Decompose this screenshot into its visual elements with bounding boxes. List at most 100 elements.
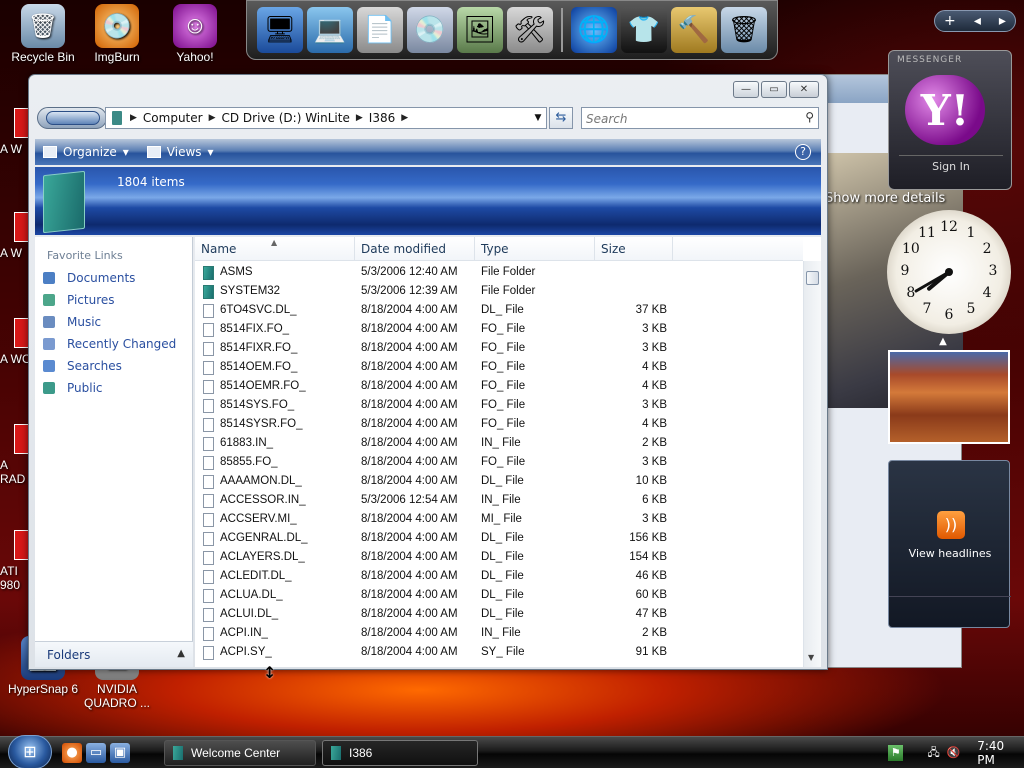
maximize-button[interactable]: ▭ <box>761 81 787 98</box>
show-desktop-icon[interactable]: ▭ <box>86 743 106 763</box>
add-gadget-button[interactable]: + <box>944 13 956 29</box>
documents-icon[interactable]: 📄 <box>357 7 403 53</box>
nav-link-documents[interactable]: Documents <box>35 267 192 289</box>
recently-changed-icon <box>43 338 55 350</box>
file-row[interactable]: 8514OEM.FO_ 8/18/2004 4:00 AM FO_ File 4 KB <box>195 358 803 377</box>
start-button[interactable]: ⊞ <box>8 735 52 768</box>
file-row[interactable]: ACCSERV.MI_ 8/18/2004 4:00 AM MI_ File 3 KB <box>195 510 803 529</box>
breadcrumb-arrow-icon[interactable]: ▶ <box>354 113 365 123</box>
file-icon <box>203 417 214 432</box>
folders-toggle[interactable]: Folders ▲ <box>35 641 193 667</box>
recycle-bin-icon[interactable]: 🗑 <box>721 7 767 53</box>
search-icon[interactable]: ⚲ <box>805 110 814 124</box>
breadcrumb-arrow-icon[interactable]: ▶ <box>399 113 410 123</box>
nav-link-recently-changed[interactable]: Recently Changed <box>35 333 192 355</box>
globe-icon[interactable]: 🌐 <box>571 7 617 53</box>
breadcrumb-cd-drive[interactable]: CD Drive (D:) WinLite <box>218 111 354 125</box>
file-icon <box>203 379 214 394</box>
desktop-icon-imgburn[interactable]: 💿 ImgBurn <box>74 4 160 64</box>
address-dropdown-icon[interactable]: ▼ <box>530 108 546 128</box>
nav-link-public[interactable]: Public <box>35 377 192 399</box>
close-button[interactable]: ✕ <box>789 81 819 98</box>
file-row[interactable]: 8514FIXR.FO_ 8/18/2004 4:00 AM FO_ File 3 K… <box>195 339 803 358</box>
scroll-down-icon[interactable]: ▼ <box>808 653 814 662</box>
file-row[interactable]: 8514OEMR.FO_ 8/18/2004 4:00 AM FO_ File 4 K… <box>195 377 803 396</box>
file-row[interactable]: 85855.FO_ 8/18/2004 4:00 AM FO_ File 3 KB <box>195 453 803 472</box>
disc-icon[interactable]: 💿 <box>407 7 453 53</box>
file-row[interactable]: ACPI.IN_ 8/18/2004 4:00 AM IN_ File 2 KB <box>195 624 803 643</box>
volume-muted-icon[interactable]: 🔇 <box>946 745 961 761</box>
switch-windows-icon[interactable]: ▣ <box>110 743 130 763</box>
clock-time[interactable]: 7:40 PM <box>977 739 1024 767</box>
organize-button[interactable]: Organize ▾ <box>35 145 139 159</box>
column-date-modified[interactable]: Date modified <box>355 237 475 261</box>
nav-link-music[interactable]: Music <box>35 311 192 333</box>
file-type: FO_ File <box>481 399 526 411</box>
show-more-details-link[interactable]: Show more details <box>825 191 945 206</box>
views-button[interactable]: Views ▾ <box>139 145 224 159</box>
organize-icon <box>43 146 57 158</box>
chevron-right-icon[interactable]: ▸ <box>999 13 1006 29</box>
column-type[interactable]: Type <box>475 237 595 261</box>
file-row[interactable]: AAAAMON.DL_ 8/18/2004 4:00 AM DL_ File 10 K… <box>195 472 803 491</box>
vertical-scrollbar[interactable]: ▼ <box>803 261 821 667</box>
file-date: 8/18/2004 4:00 AM <box>361 513 458 525</box>
imgburn-icon: 💿 <box>95 4 139 48</box>
file-row[interactable]: ACLEDIT.DL_ 8/18/2004 4:00 AM DL_ File 46 K… <box>195 567 803 586</box>
chevron-left-icon[interactable]: ◂ <box>974 13 981 29</box>
info-pane: 1804 items <box>35 167 821 235</box>
scrollbar-thumb[interactable] <box>806 271 819 285</box>
file-name: ACCESSOR.IN_ <box>220 494 306 506</box>
file-row[interactable]: SYSTEM32 5/3/2006 12:39 AM File Folder <box>195 282 803 301</box>
file-name: ASMS <box>220 266 253 278</box>
computer-icon[interactable]: 💻 <box>307 7 353 53</box>
monitor-icon[interactable]: 🖥 <box>257 7 303 53</box>
back-arrow-icon[interactable] <box>46 111 100 125</box>
file-row[interactable]: ACLUI.DL_ 8/18/2004 4:00 AM DL_ File 47 KB <box>195 605 803 624</box>
file-icon <box>203 626 214 641</box>
breadcrumb-i386[interactable]: I386 <box>365 111 399 125</box>
breadcrumb-arrow-icon[interactable]: ▶ <box>128 113 139 123</box>
file-row[interactable]: ACLUA.DL_ 8/18/2004 4:00 AM DL_ File 60 KB <box>195 586 803 605</box>
feed-headlines-gadget[interactable]: )) View headlines <box>888 460 1011 628</box>
file-type: FO_ File <box>481 380 526 392</box>
back-forward-buttons[interactable] <box>37 107 107 129</box>
file-row[interactable]: ACPI.SY_ 8/18/2004 4:00 AM SY_ File 91 KB <box>195 643 803 662</box>
taskbar-button-welcome-center[interactable]: Welcome Center <box>164 740 316 766</box>
hammer-icon[interactable]: 🔨 <box>671 7 717 53</box>
nav-link-searches[interactable]: Searches <box>35 355 192 377</box>
file-row[interactable]: ACLAYERS.DL_ 8/18/2004 4:00 AM DL_ File 154… <box>195 548 803 567</box>
clock-gadget: 12 1 2 3 4 5 6 7 8 9 10 11 <box>887 210 1011 334</box>
nav-link-pictures[interactable]: Pictures <box>35 289 192 311</box>
search-input[interactable]: Search ⚲ <box>581 107 819 129</box>
breadcrumb-arrow-icon[interactable]: ▶ <box>207 113 218 123</box>
file-row[interactable]: 8514SYSR.FO_ 8/18/2004 4:00 AM FO_ File 4 K… <box>195 415 803 434</box>
help-button[interactable]: ? <box>795 144 811 160</box>
searches-icon <box>43 360 55 372</box>
file-row[interactable]: ACCESSOR.IN_ 5/3/2006 12:54 AM IN_ File 6 K… <box>195 491 803 510</box>
file-name: ACLAYERS.DL_ <box>220 551 305 563</box>
firefox-icon[interactable]: ● <box>62 743 82 763</box>
file-row[interactable]: ASMS 5/3/2006 12:40 AM File Folder <box>195 263 803 282</box>
network-icon[interactable]: 🖧 <box>927 745 939 761</box>
file-row[interactable]: 8514SYS.FO_ 8/18/2004 4:00 AM FO_ File 3 KB <box>195 396 803 415</box>
file-name: 8514SYSR.FO_ <box>220 418 303 430</box>
column-size[interactable]: Size <box>595 237 673 261</box>
taskbar-button-i386[interactable]: I386 <box>322 740 478 766</box>
column-name[interactable]: ▲ Name <box>195 237 355 261</box>
slideshow-gadget[interactable] <box>888 350 1010 444</box>
minimize-button[interactable]: — <box>733 81 759 98</box>
file-row[interactable]: ACGENRAL.DL_ 8/18/2004 4:00 AM DL_ File 156… <box>195 529 803 548</box>
tools-icon[interactable]: 🛠 <box>507 7 553 53</box>
breadcrumb-computer[interactable]: Computer <box>139 111 207 125</box>
refresh-button[interactable]: ⇆ <box>549 107 573 129</box>
shirt-icon[interactable]: 👕 <box>621 7 667 53</box>
pictures-icon[interactable]: 🖼 <box>457 7 503 53</box>
file-row[interactable]: 61883.IN_ 8/18/2004 4:00 AM IN_ File 2 KB <box>195 434 803 453</box>
address-bar[interactable]: ▶ Computer ▶ CD Drive (D:) WinLite ▶ I38… <box>105 107 547 129</box>
file-row[interactable]: 8514FIX.FO_ 8/18/2004 4:00 AM FO_ File 3 KB <box>195 320 803 339</box>
desktop-icon-yahoo[interactable]: ☺ Yahoo! <box>152 4 238 64</box>
windows-flag-icon[interactable]: ⚑ <box>888 745 904 761</box>
file-row[interactable]: 6TO4SVC.DL_ 8/18/2004 4:00 AM DL_ File 37 K… <box>195 301 803 320</box>
messenger-signin-button[interactable]: Sign In <box>899 155 1003 177</box>
